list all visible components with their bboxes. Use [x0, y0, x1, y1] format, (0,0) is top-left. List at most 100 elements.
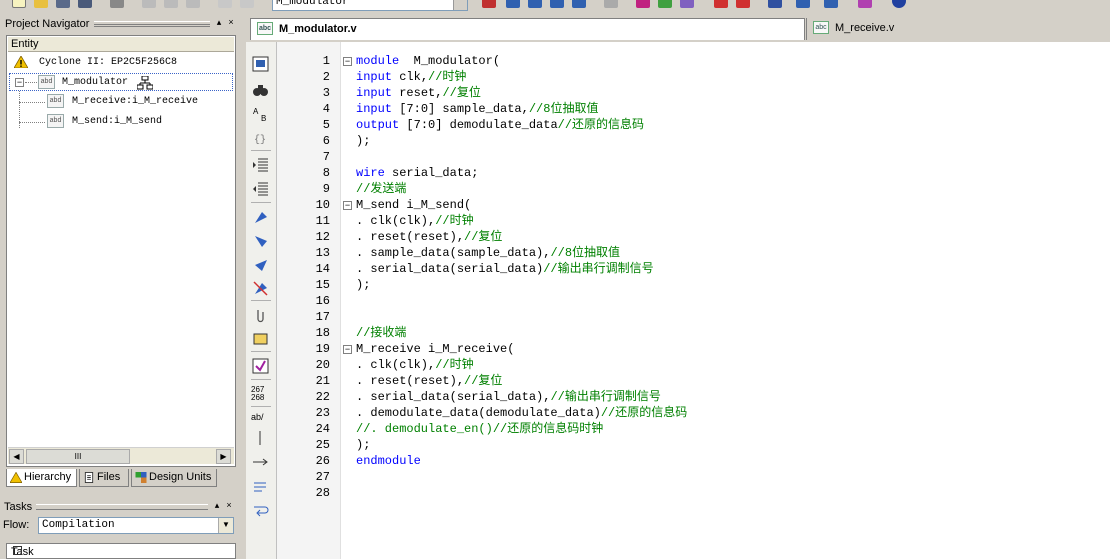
collapse-icon[interactable]: − [15, 78, 24, 87]
arrow-right-icon[interactable] [252, 454, 269, 470]
code-line[interactable]: M_send i_M_send( [356, 197, 471, 213]
tab-design-units[interactable]: Design Units [131, 469, 217, 487]
save-all-icon[interactable] [78, 0, 92, 8]
tasks-grip[interactable] [36, 504, 208, 510]
code-line[interactable]: . clk(clk),//时钟 [356, 213, 474, 229]
debug2-icon[interactable] [736, 0, 750, 8]
scroll-right-icon[interactable]: ▶ [216, 449, 231, 464]
assembler-icon[interactable] [572, 0, 586, 8]
rtl-icon[interactable] [796, 0, 810, 8]
code-line[interactable]: wire serial_data; [356, 165, 478, 181]
cursor-icon[interactable] [252, 430, 269, 446]
check-icon[interactable] [658, 0, 672, 8]
debug-icon[interactable] [714, 0, 728, 8]
code-line[interactable]: ); [356, 437, 370, 453]
open-folder-icon[interactable] [34, 0, 48, 8]
help-icon[interactable] [892, 0, 906, 8]
code-line[interactable]: M_receive i_M_receive( [356, 341, 514, 357]
navigator-grip[interactable] [94, 21, 210, 27]
unindent-icon[interactable] [252, 181, 269, 197]
code-line[interactable]: module M_modulator( [356, 53, 500, 69]
code-line[interactable]: input reset,//复位 [356, 85, 481, 101]
bookmark-clear-icon[interactable] [252, 280, 269, 296]
simulate-icon[interactable] [680, 0, 694, 8]
find-icon[interactable] [252, 82, 269, 98]
chevron-down-icon[interactable]: ▼ [218, 518, 233, 533]
comment-icon[interactable]: ab/ [251, 413, 264, 422]
indent-icon[interactable] [252, 157, 269, 173]
wrap-icon[interactable] [252, 480, 269, 496]
brace-icon[interactable]: {} [252, 130, 269, 146]
synthesis-icon[interactable] [528, 0, 542, 8]
tab-label: M_receive.v [835, 22, 895, 34]
tab-m-receive[interactable]: abc M_receive.v [806, 18, 1106, 40]
close-icon[interactable]: × [224, 500, 234, 510]
scroll-thumb[interactable]: III [26, 449, 130, 464]
save-icon[interactable] [56, 0, 70, 8]
code-line[interactable]: ); [356, 133, 370, 149]
code-line[interactable]: //接收端 [356, 325, 406, 341]
block-diagram-icon[interactable] [252, 56, 269, 72]
paste-icon[interactable] [186, 0, 200, 8]
copy-icon[interactable] [164, 0, 178, 8]
comment-token: //接收端 [356, 326, 407, 340]
analysis-icon[interactable] [506, 0, 520, 8]
code-line[interactable]: . sample_data(sample_data),//8位抽取值 [356, 245, 620, 261]
print-icon[interactable] [110, 0, 124, 8]
code-line[interactable]: . serial_data(serial_data)//输出串行调制信号 [356, 261, 654, 277]
bookmark-next-icon[interactable] [252, 233, 269, 249]
tab-hierarchy[interactable]: Hierarchy [6, 469, 77, 487]
scroll-left-icon[interactable]: ◀ [9, 449, 24, 464]
insert-template-icon[interactable] [252, 358, 269, 374]
checkbox-icon[interactable] [13, 546, 22, 555]
find-replace-icon[interactable]: AB [252, 106, 269, 122]
close-icon[interactable]: × [226, 17, 236, 27]
attach-icon[interactable] [252, 307, 269, 323]
template-icon[interactable] [252, 331, 269, 347]
programmer-icon[interactable] [858, 0, 872, 8]
tree-item-receive[interactable]: abd M_receive:i_M_receive [19, 93, 233, 111]
code-line[interactable]: ); [356, 277, 370, 293]
code-line[interactable]: //发送端 [356, 181, 406, 197]
netlist-icon[interactable] [768, 0, 782, 8]
code-line[interactable]: . serial_data(serial_data),//输出串行调制信号 [356, 389, 661, 405]
horizontal-scrollbar[interactable]: ◀ III ▶ [8, 447, 234, 464]
code-line[interactable]: output [7:0] demodulate_data//还原的信息码 [356, 117, 644, 133]
flow-select[interactable]: Compilation ▼ [38, 517, 234, 534]
fold-toggle-icon[interactable]: − [343, 201, 352, 210]
code-editor[interactable]: 1 2 3 4 5 6 7 8 9 10 11 12 13 14 15 16 17 18 19 20 21 22 23 24 2… [277, 42, 1110, 559]
top-level-entity-combo[interactable]: M_modulator [272, 0, 468, 11]
entity-column-header[interactable]: Entity [8, 37, 234, 52]
tree-item-device[interactable]: Cyclone II: EP2C5F256C8 [11, 54, 233, 72]
cut-icon[interactable] [142, 0, 156, 8]
code-line[interactable]: . demodulate_data(demodulate_data)//还原的信… [356, 405, 687, 421]
code-line[interactable]: . reset(reset),//复位 [356, 373, 502, 389]
code-line[interactable]: //. demodulate_en()//还原的信息码时钟 [356, 421, 603, 437]
compile-icon[interactable] [636, 0, 650, 8]
undo-icon[interactable] [218, 0, 232, 8]
code-line[interactable]: . clk(clk),//时钟 [356, 357, 474, 373]
tab-files[interactable]: Files [79, 469, 129, 487]
code-line[interactable]: input [7:0] sample_data,//8位抽取值 [356, 101, 598, 117]
fold-toggle-icon[interactable]: − [343, 345, 352, 354]
bookmark-toggle-icon[interactable] [252, 209, 269, 225]
code-line[interactable]: input clk,//时钟 [356, 69, 466, 85]
tab-m-modulator[interactable]: abc M_modulator.v [250, 18, 805, 40]
tech-map-icon[interactable] [824, 0, 838, 8]
redo-icon[interactable] [240, 0, 254, 8]
tree-item-top[interactable]: − abd M_modulator [9, 73, 233, 91]
new-file-icon[interactable] [12, 0, 26, 8]
stop-icon[interactable] [482, 0, 496, 8]
code-line[interactable]: . reset(reset),//复位 [356, 229, 502, 245]
pin-icon[interactable]: ▴ [212, 500, 222, 511]
timing-icon[interactable] [604, 0, 618, 8]
fold-toggle-icon[interactable]: − [343, 57, 352, 66]
pin-icon[interactable]: ▴ [214, 17, 224, 28]
line-number-icon[interactable]: 267 268 [251, 386, 264, 402]
bookmark-prev-icon[interactable] [252, 257, 269, 273]
combo-dropdown-icon[interactable] [453, 0, 467, 10]
wrap-arrow-icon[interactable] [252, 503, 269, 519]
tree-item-send[interactable]: abd M_send:i_M_send [19, 113, 233, 131]
code-line[interactable]: endmodule [356, 453, 421, 469]
fitter-icon[interactable] [550, 0, 564, 8]
